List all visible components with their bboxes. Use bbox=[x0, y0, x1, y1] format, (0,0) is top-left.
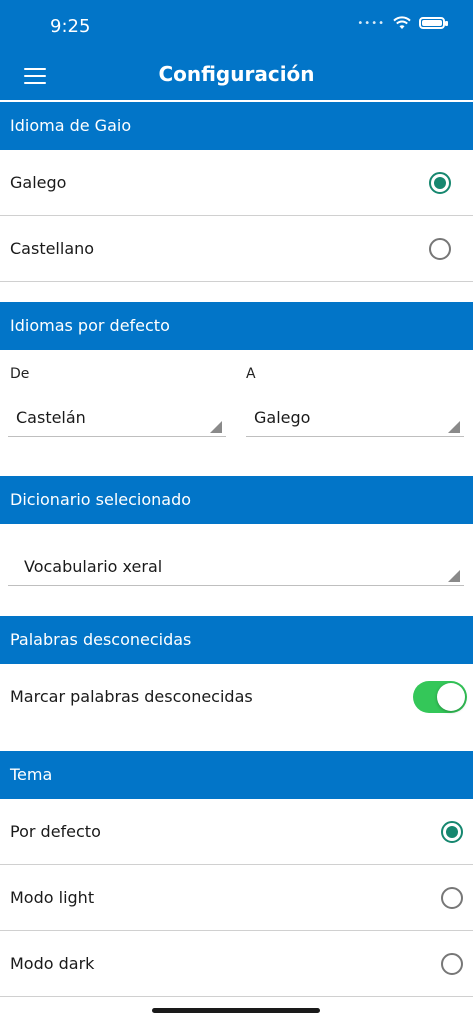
dropdown-triangle-icon bbox=[448, 570, 460, 582]
section-title: Idiomas por defecto bbox=[10, 316, 170, 335]
radio-unselected-icon[interactable] bbox=[441, 886, 463, 909]
theme-option-default[interactable]: Por defecto bbox=[0, 799, 473, 865]
section-header-default-languages: Idiomas por defecto bbox=[0, 302, 473, 350]
select-value: Castelán bbox=[16, 408, 86, 427]
battery-icon bbox=[419, 17, 448, 29]
from-language-label: De bbox=[10, 366, 30, 382]
from-language-select[interactable]: Castelán bbox=[8, 400, 226, 437]
option-label: Galego bbox=[10, 173, 67, 192]
section-header-unknown-words: Palabras desconecidas bbox=[0, 616, 473, 664]
option-label: Modo dark bbox=[10, 954, 95, 973]
theme-option-light[interactable]: Modo light bbox=[0, 865, 473, 931]
signal-icon: •••• bbox=[357, 17, 385, 29]
section-title: Dicionario selecionado bbox=[10, 490, 192, 509]
dropdown-triangle-icon bbox=[448, 421, 460, 433]
radio-unselected-icon[interactable] bbox=[429, 237, 451, 260]
page-title: Configuración bbox=[158, 62, 315, 86]
select-value: Galego bbox=[254, 408, 311, 427]
dropdown-triangle-icon bbox=[210, 421, 222, 433]
mark-unknown-words-toggle[interactable] bbox=[413, 681, 467, 713]
toggle-label: Marcar palabras desconecidas bbox=[10, 687, 253, 706]
radio-selected-icon[interactable] bbox=[441, 820, 463, 843]
section-title: Tema bbox=[10, 765, 53, 784]
to-language-label: A bbox=[246, 366, 256, 382]
to-language-select[interactable]: Galego bbox=[246, 400, 464, 437]
language-option-castellano[interactable]: Castellano bbox=[0, 216, 473, 282]
theme-option-dark[interactable]: Modo dark bbox=[0, 931, 473, 997]
section-title: Idioma de Gaio bbox=[10, 116, 132, 135]
option-label: Por defecto bbox=[10, 822, 101, 841]
option-label: Modo light bbox=[10, 888, 95, 907]
mark-unknown-words-row: Marcar palabras desconecidas bbox=[0, 664, 473, 729]
radio-unselected-icon[interactable] bbox=[441, 952, 463, 975]
dictionary-select[interactable]: Vocabulario xeral bbox=[8, 549, 464, 586]
select-value: Vocabulario xeral bbox=[24, 557, 163, 576]
toggle-knob bbox=[437, 683, 465, 711]
radio-selected-icon[interactable] bbox=[429, 171, 451, 194]
section-title: Palabras desconecidas bbox=[10, 630, 192, 649]
section-header-dictionary: Dicionario selecionado bbox=[0, 476, 473, 524]
status-time: 9:25 bbox=[50, 16, 91, 37]
home-indicator[interactable] bbox=[152, 1008, 320, 1013]
option-label: Castellano bbox=[10, 239, 95, 258]
wifi-icon bbox=[393, 16, 411, 29]
section-header-app-language: Idioma de Gaio bbox=[0, 102, 473, 150]
language-option-galego[interactable]: Galego bbox=[0, 150, 473, 216]
section-header-theme: Tema bbox=[0, 751, 473, 799]
status-icons: •••• bbox=[357, 16, 448, 30]
app-header: 9:25 •••• Configuración bbox=[0, 0, 473, 100]
